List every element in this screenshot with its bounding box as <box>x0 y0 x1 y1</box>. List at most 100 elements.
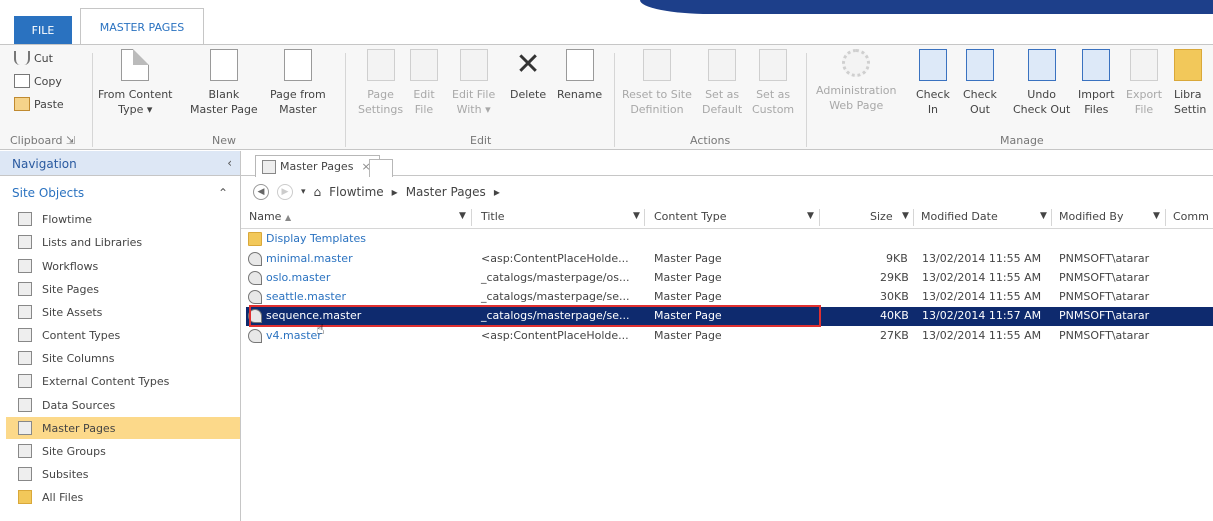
file-size: 29KB <box>880 271 909 284</box>
file-name[interactable]: oslo.master <box>266 271 330 284</box>
nav-item-external-content-types[interactable]: External Content Types <box>6 370 240 392</box>
file-modified-date: 13/02/2014 11:55 AM <box>922 252 1042 265</box>
breadcrumb-separator-icon[interactable]: ▸ <box>494 185 500 199</box>
filter-dropdown-icon[interactable]: ▼ <box>902 211 909 221</box>
from-content-type-button[interactable]: From Content Type ▾ <box>98 45 173 117</box>
file-modified-date: 13/02/2014 11:57 AM <box>922 309 1042 322</box>
site-assets-icon <box>18 305 32 319</box>
nav-item-site-columns[interactable]: Site Columns <box>6 347 240 369</box>
column-header-comments[interactable]: Comm <box>1173 210 1209 223</box>
breadcrumb-separator-icon[interactable]: ▸ <box>392 185 398 199</box>
file-modified-by: PNMSOFT\atarar <box>1059 290 1150 303</box>
paste-button[interactable]: Paste <box>14 97 64 111</box>
check-out-button[interactable]: Check Out <box>963 45 997 117</box>
cut-button[interactable]: Cut <box>14 51 53 65</box>
delete-button[interactable]: ✕ Delete <box>510 45 546 102</box>
nav-item-data-sources[interactable]: Data Sources <box>6 394 240 416</box>
navigation-header: Navigation ‹ <box>0 151 240 176</box>
table-row[interactable]: v4.master <asp:ContentPlaceHolde... Mast… <box>246 327 1213 346</box>
copy-button[interactable]: Copy <box>14 74 62 88</box>
nav-item-all-files[interactable]: All Files <box>6 486 240 508</box>
history-dropdown-icon[interactable]: ▾ <box>301 187 306 197</box>
nav-item-site-groups[interactable]: Site Groups <box>6 440 240 462</box>
table-row[interactable]: oslo.master _catalogs/masterpage/os... M… <box>246 269 1213 288</box>
breadcrumb-root[interactable]: Flowtime <box>329 185 384 199</box>
column-separator[interactable] <box>1051 209 1052 226</box>
workflow-icon <box>18 259 32 273</box>
rename-button[interactable]: Rename <box>557 45 602 102</box>
column-header-name[interactable]: Name ▲ <box>249 210 291 223</box>
site-columns-icon <box>18 351 32 365</box>
nav-item-master-pages[interactable]: Master Pages <box>6 417 240 439</box>
table-row[interactable]: minimal.master <asp:ContentPlaceHolde...… <box>246 250 1213 269</box>
site-pages-icon <box>18 282 32 296</box>
table-row[interactable]: Display Templates <box>246 230 1213 249</box>
page-settings-button[interactable]: Page Settings <box>358 45 403 117</box>
column-separator[interactable] <box>819 209 820 226</box>
filter-dropdown-icon[interactable]: ▼ <box>807 211 814 221</box>
database-icon <box>18 398 32 412</box>
column-header-content-type[interactable]: Content Type <box>654 210 727 223</box>
file-modified-date: 13/02/2014 11:55 AM <box>922 290 1042 303</box>
ribbon-tabs: FILE MASTER PAGES <box>0 0 1213 45</box>
column-separator[interactable] <box>644 209 645 226</box>
nav-item-content-types[interactable]: Content Types <box>6 324 240 346</box>
administration-web-page-button[interactable]: Administration Web Page <box>816 45 897 113</box>
forward-button[interactable]: ▶ <box>277 184 293 200</box>
page-from-master-button[interactable]: Page from Master <box>270 45 326 117</box>
gear-icon <box>842 49 871 77</box>
nav-item-site-assets[interactable]: Site Assets <box>6 301 240 323</box>
site-objects-section[interactable]: Site Objects ⌃ <box>12 186 228 200</box>
tab-master-pages-doc[interactable]: Master Pages × <box>255 155 380 177</box>
reset-icon <box>642 49 671 81</box>
filter-dropdown-icon[interactable]: ▼ <box>459 211 466 221</box>
master-pages-icon <box>262 159 276 174</box>
undo-check-out-button[interactable]: Undo Check Out <box>1013 45 1070 117</box>
nav-item-workflows[interactable]: Workflows <box>6 255 240 277</box>
group-label-manage: Manage <box>1000 134 1044 147</box>
breadcrumb-current[interactable]: Master Pages <box>406 185 486 199</box>
set-as-default-button[interactable]: Set as Default <box>702 45 742 117</box>
reset-to-site-definition-button[interactable]: Reset to Site Definition <box>622 45 692 117</box>
paste-icon <box>14 97 30 111</box>
column-header-modified-date[interactable]: Modified Date <box>921 210 998 223</box>
column-separator[interactable] <box>913 209 914 226</box>
column-separator[interactable] <box>1165 209 1166 226</box>
edit-file-with-button[interactable]: Edit File With ▾ <box>452 45 495 117</box>
filter-dropdown-icon[interactable]: ▼ <box>1153 211 1160 221</box>
chevron-up-icon[interactable]: ⌃ <box>218 186 228 200</box>
nav-item-subsites[interactable]: Subsites <box>6 463 240 485</box>
check-in-button[interactable]: Check In <box>916 45 950 117</box>
page-settings-icon <box>366 49 395 81</box>
column-header-modified-by[interactable]: Modified By <box>1059 210 1124 223</box>
export-file-button[interactable]: Export File <box>1126 45 1162 117</box>
library-settings-button[interactable]: Libra Settin <box>1174 45 1206 117</box>
edit-file-button[interactable]: Edit File <box>410 45 438 117</box>
tab-file[interactable]: FILE <box>14 16 72 44</box>
home-icon: ⌂ <box>313 185 322 199</box>
set-as-custom-button[interactable]: Set as Custom <box>752 45 794 117</box>
tab-master-pages[interactable]: MASTER PAGES <box>80 8 204 45</box>
master-file-icon <box>248 290 262 304</box>
file-name[interactable]: minimal.master <box>266 252 353 265</box>
file-name[interactable]: v4.master <box>266 329 322 342</box>
nav-item-flowtime[interactable]: Flowtime <box>6 208 240 230</box>
column-separator[interactable] <box>471 209 472 226</box>
filter-dropdown-icon[interactable]: ▼ <box>633 211 640 221</box>
rename-icon <box>565 49 594 81</box>
file-name[interactable]: Display Templates <box>266 232 366 245</box>
column-header-size[interactable]: Size <box>870 210 893 223</box>
page-from-master-icon <box>283 49 312 81</box>
nav-item-site-pages[interactable]: Site Pages <box>6 278 240 300</box>
back-button[interactable]: ◀ <box>253 184 269 200</box>
new-tab-button[interactable] <box>369 159 393 177</box>
column-header-title[interactable]: Title <box>481 210 505 223</box>
import-files-button[interactable]: Import Files <box>1078 45 1115 117</box>
collapse-arrow-icon[interactable]: ‹ <box>227 156 232 170</box>
file-name[interactable]: seattle.master <box>266 290 346 303</box>
filter-dropdown-icon[interactable]: ▼ <box>1040 211 1047 221</box>
content-types-icon <box>18 328 32 342</box>
blank-master-page-button[interactable]: Blank Master Page <box>190 45 258 117</box>
nav-item-lists-and-libraries[interactable]: Lists and Libraries <box>6 231 240 253</box>
file-size: 9KB <box>886 252 908 265</box>
